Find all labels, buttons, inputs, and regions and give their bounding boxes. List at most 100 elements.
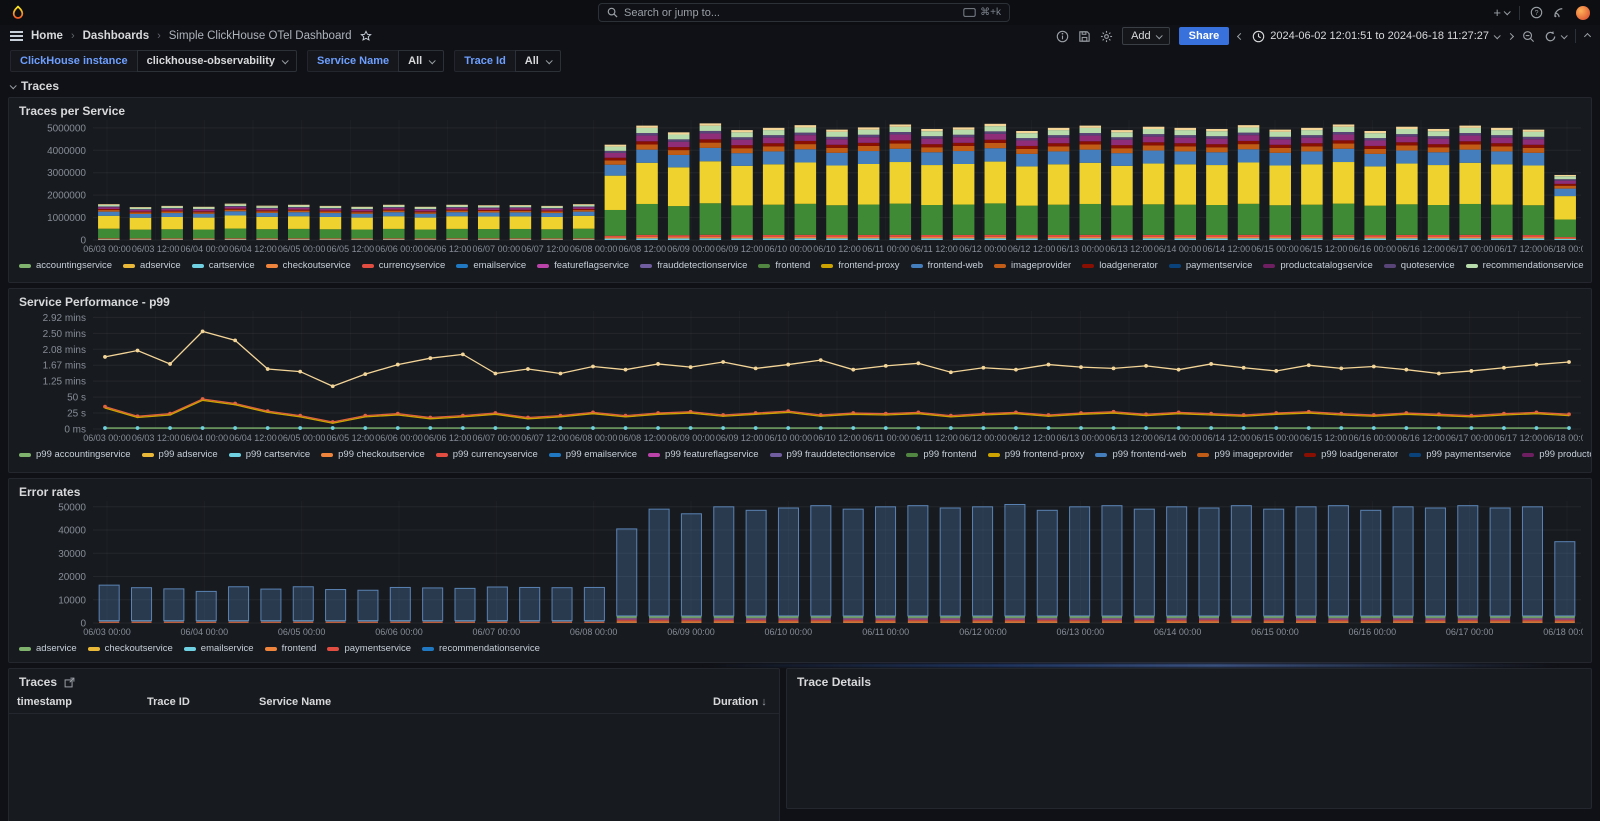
col-header-trace-id[interactable]: Trace ID — [139, 691, 251, 714]
legend-item[interactable]: accountingservice — [19, 260, 112, 271]
legend-item[interactable]: loadgenerator — [1082, 260, 1158, 271]
legend-item[interactable]: currencyservice — [362, 260, 446, 271]
avatar[interactable] — [1576, 6, 1590, 20]
time-range-picker[interactable]: 2024-06-02 12:01:51 to 2024-06-18 11:27:… — [1252, 30, 1499, 43]
legend-item[interactable]: emailservice — [184, 643, 254, 654]
legend-item[interactable]: frontend — [758, 260, 810, 271]
legend-item[interactable]: p99 adservice — [142, 449, 218, 460]
grafana-logo[interactable] — [10, 5, 26, 21]
time-forward-icon[interactable] — [1508, 34, 1513, 39]
col-header-duration[interactable]: Duration ↓ — [705, 691, 779, 714]
legend-item[interactable]: p99 frontend-web — [1095, 449, 1186, 460]
variable-value-dropdown[interactable]: All — [398, 50, 444, 72]
settings-gear-icon[interactable] — [1100, 30, 1113, 43]
svg-text:2.50 mins: 2.50 mins — [43, 329, 86, 340]
zoom-out-icon[interactable] — [1522, 30, 1535, 43]
svg-text:06/07 00:00: 06/07 00:00 — [473, 627, 521, 637]
news-icon[interactable] — [1553, 6, 1566, 19]
service-performance-legend: p99 accountingservice p99 adservice p99 ca… — [9, 448, 1591, 460]
svg-text:50 s: 50 s — [67, 393, 86, 404]
legend-item[interactable]: recommendationservice — [422, 643, 540, 654]
legend-item[interactable]: p99 featureflagservice — [648, 449, 758, 460]
add-button[interactable]: Add — [1122, 27, 1170, 45]
time-back-icon[interactable] — [1238, 34, 1243, 39]
svg-text:06/17 00:00: 06/17 00:00 — [1446, 433, 1494, 443]
mega-menu-icon[interactable] — [10, 31, 23, 41]
legend-item[interactable]: quoteservice — [1384, 260, 1455, 271]
share-button[interactable]: Share — [1179, 27, 1230, 45]
legend-item[interactable]: p99 productcatalogservice — [1522, 449, 1591, 460]
legend-chip — [1095, 453, 1107, 457]
legend-item[interactable]: frontend-web — [911, 260, 983, 271]
legend-item[interactable]: p99 frontend-proxy — [988, 449, 1085, 460]
legend-item[interactable]: adservice — [19, 643, 77, 654]
legend-item[interactable]: paymentservice — [327, 643, 411, 654]
svg-text:06/16 12:00: 06/16 12:00 — [1397, 433, 1445, 443]
svg-text:06/16 00:00: 06/16 00:00 — [1349, 244, 1397, 254]
col-header-timestamp[interactable]: timestamp — [9, 691, 139, 714]
col-header-service-name[interactable]: Service Name — [251, 691, 357, 714]
favorite-star-icon[interactable] — [360, 30, 372, 42]
dashboard-insights-icon[interactable] — [1056, 30, 1069, 43]
legend-item[interactable]: checkoutservice — [266, 260, 351, 271]
new-menu-button[interactable]: + — [1493, 5, 1509, 20]
svg-text:06/16 12:00: 06/16 12:00 — [1397, 244, 1445, 254]
legend-item[interactable]: emailservice — [456, 260, 526, 271]
legend-item[interactable]: frontend — [265, 643, 317, 654]
variable-value-dropdown[interactable]: All — [515, 50, 561, 72]
error-rates-chart[interactable]: 0100002000030000400005000006/03 00:0006/… — [9, 501, 1591, 642]
legend-item[interactable]: checkoutservice — [88, 643, 173, 654]
breadcrumb-dashboards[interactable]: Dashboards — [83, 30, 149, 42]
panel-title[interactable]: Service Performance - p99 — [9, 289, 1591, 311]
save-icon[interactable] — [1078, 30, 1091, 43]
legend-item[interactable]: frauddetectionservice — [640, 260, 747, 271]
svg-text:06/09 12:00: 06/09 12:00 — [716, 433, 764, 443]
legend-item[interactable]: frontend-proxy — [821, 260, 899, 271]
breadcrumb-separator: › — [157, 30, 161, 42]
panel-title[interactable]: Traces — [19, 675, 57, 689]
traces-per-service-chart[interactable]: 01000000200000030000004000000500000006/0… — [9, 120, 1591, 259]
panel-title[interactable]: Trace Details — [787, 669, 1591, 691]
svg-text:06/09 00:00: 06/09 00:00 — [667, 627, 715, 637]
legend-item[interactable]: productcatalogservice — [1263, 260, 1372, 271]
legend-chip — [184, 647, 196, 651]
svg-text:06/14 12:00: 06/14 12:00 — [1203, 244, 1251, 254]
legend-item[interactable]: p99 accountingservice — [19, 449, 131, 460]
legend-item[interactable]: p99 emailservice — [549, 449, 637, 460]
search-input[interactable]: Search or jump to... ⌘+k — [598, 3, 1010, 22]
legend-item[interactable]: recommendationservice — [1466, 260, 1584, 271]
help-icon[interactable]: ? — [1530, 6, 1543, 19]
legend-item[interactable]: p99 paymentservice — [1409, 449, 1511, 460]
panel-title[interactable]: Error rates — [9, 479, 1591, 501]
legend-chip — [327, 647, 339, 651]
legend-chip — [422, 647, 434, 651]
variable-value-dropdown[interactable]: clickhouse-observability — [137, 50, 297, 72]
svg-text:06/18 00:00: 06/18 00:00 — [1543, 244, 1583, 254]
legend-item[interactable]: p99 cartservice — [229, 449, 310, 460]
legend-item[interactable]: p99 frauddetectionservice — [770, 449, 896, 460]
legend-item[interactable]: featureflagservice — [537, 260, 629, 271]
svg-text:06/13 12:00: 06/13 12:00 — [1105, 244, 1153, 254]
svg-text:06/12 00:00: 06/12 00:00 — [959, 244, 1007, 254]
refresh-icon[interactable] — [1544, 30, 1566, 43]
legend-item[interactable]: p99 currencyservice — [436, 449, 538, 460]
legend-item[interactable]: p99 imageprovider — [1197, 449, 1293, 460]
legend-item[interactable]: paymentservice — [1169, 260, 1253, 271]
legend-item[interactable]: cartservice — [192, 260, 255, 271]
legend-item[interactable]: imageprovider — [994, 260, 1071, 271]
panel-title[interactable]: Traces per Service — [9, 98, 1591, 120]
collapse-toolbar-icon[interactable] — [1585, 34, 1590, 39]
service-performance-chart[interactable]: 0 ms25 s50 s1.25 mins1.67 mins2.08 mins2… — [9, 311, 1591, 448]
legend-chip — [911, 264, 923, 268]
legend-item[interactable]: adservice — [123, 260, 181, 271]
legend-item[interactable]: p99 frontend — [906, 449, 976, 460]
legend-chip — [770, 453, 782, 457]
breadcrumb-home[interactable]: Home — [31, 30, 63, 42]
svg-text:06/05 00:00: 06/05 00:00 — [278, 627, 326, 637]
svg-text:06/16 00:00: 06/16 00:00 — [1349, 433, 1397, 443]
legend-item[interactable]: p99 loadgenerator — [1304, 449, 1398, 460]
panel-links-icon[interactable] — [64, 677, 75, 688]
legend-chip — [321, 453, 333, 457]
legend-item[interactable]: p99 checkoutservice — [321, 449, 425, 460]
section-traces[interactable]: Traces — [10, 79, 59, 93]
